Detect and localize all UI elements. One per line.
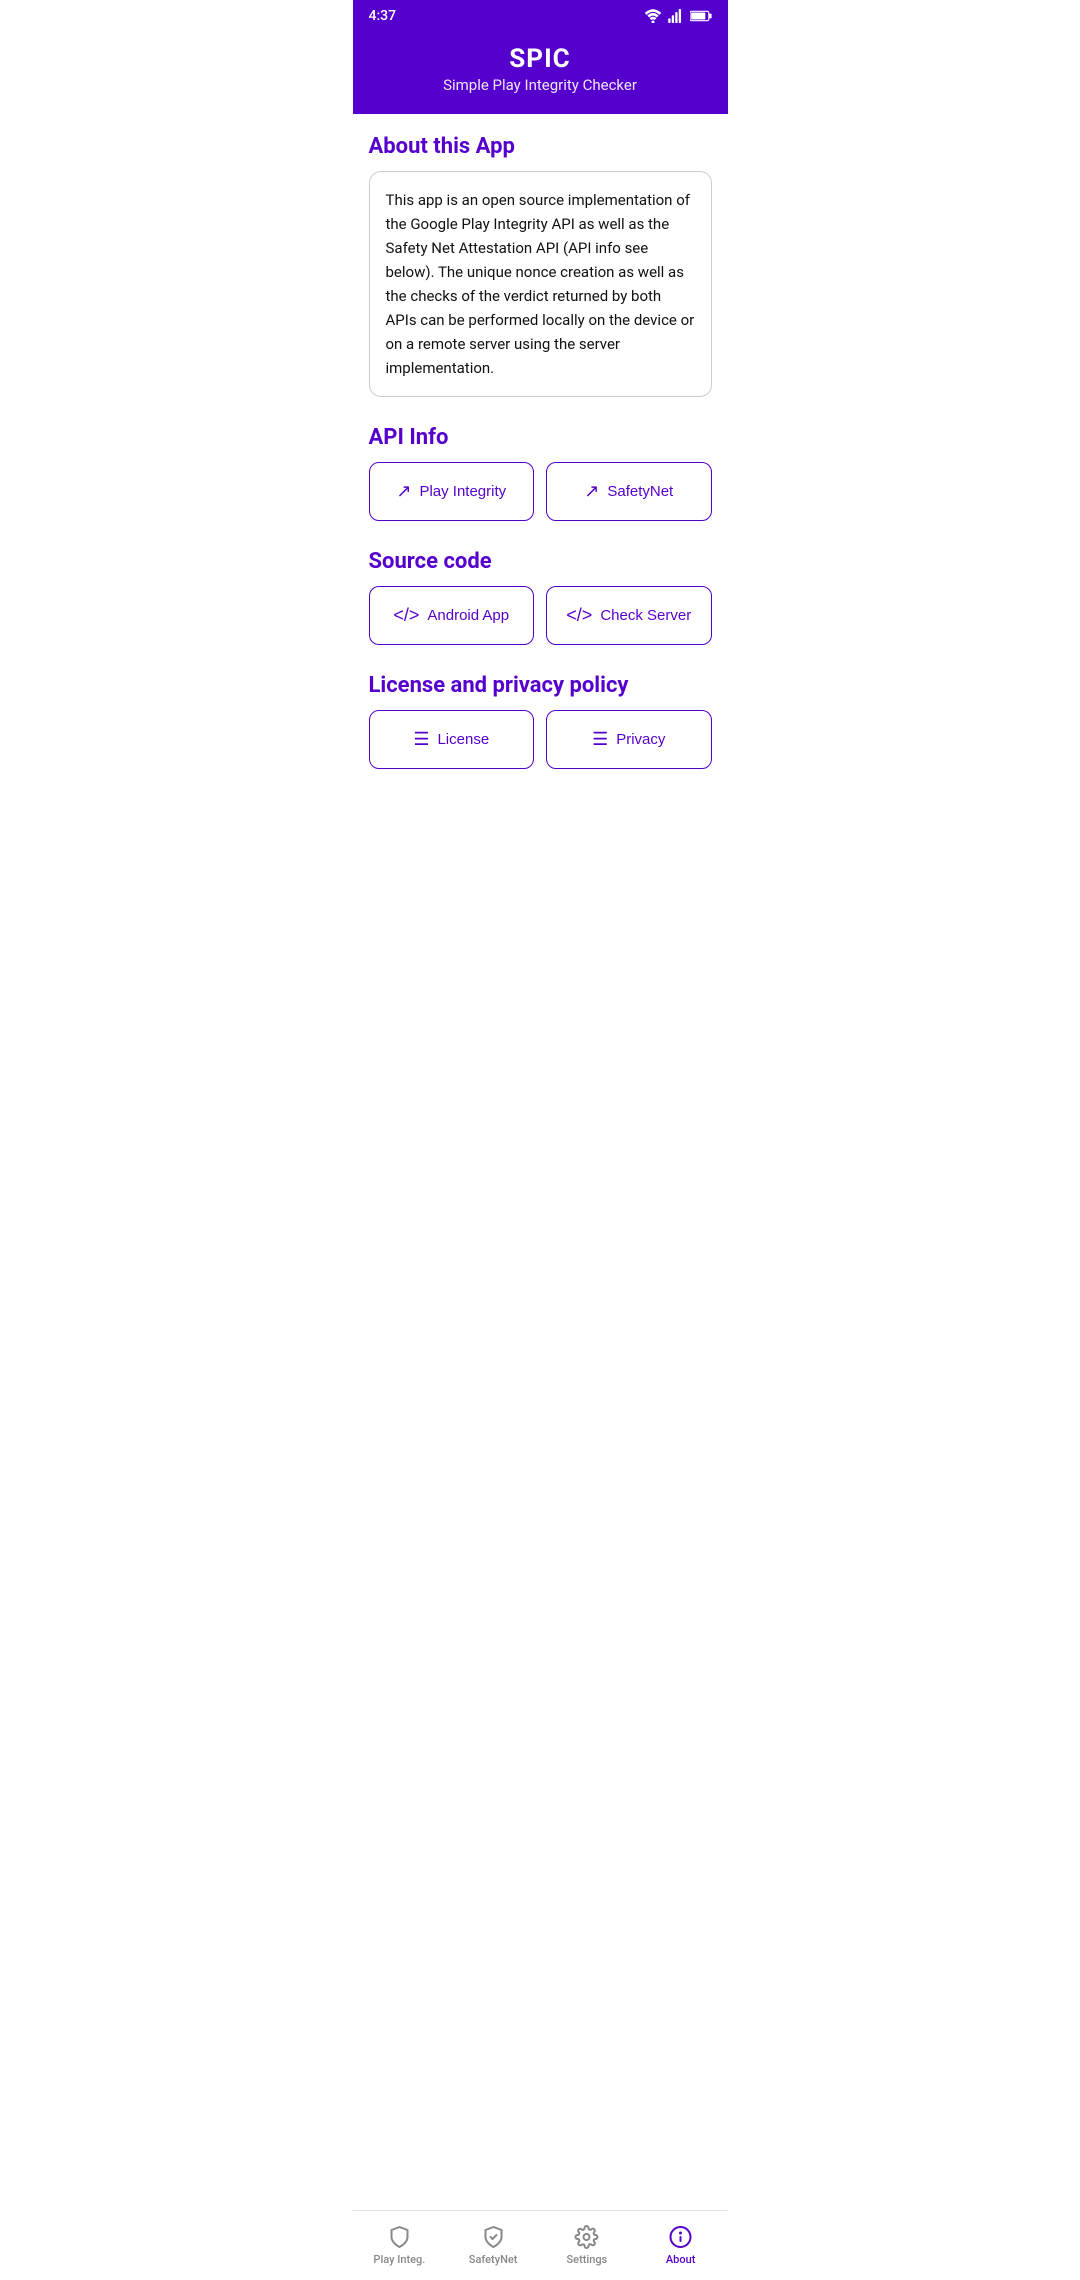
code-icon: </>	[393, 605, 419, 626]
license-heading: License and privacy policy	[369, 673, 712, 698]
about-section: About this App This app is an open sourc…	[369, 134, 712, 397]
main-content: About this App This app is an open sourc…	[353, 114, 728, 877]
shield-icon	[387, 2225, 411, 2249]
status-icons	[644, 9, 712, 23]
settings-icon	[575, 2225, 599, 2249]
external-link-icon-2: ↗	[584, 481, 599, 502]
battery-icon	[690, 10, 712, 22]
status-bar: 4:37	[353, 0, 728, 32]
source-code-heading: Source code	[369, 549, 712, 574]
nav-label-about: About	[666, 2253, 696, 2266]
status-time: 4:37	[369, 8, 397, 24]
play-integrity-button[interactable]: ↗ Play Integrity	[369, 462, 535, 521]
nav-label-safetynet: SafetyNet	[469, 2253, 518, 2266]
privacy-label: Privacy	[616, 731, 665, 748]
list-icon: ☰	[413, 729, 429, 750]
source-code-section: Source code </> Android App </> Check Se…	[369, 549, 712, 645]
bottom-nav: Play Integ. SafetyNet Settings About	[353, 2210, 728, 2280]
android-app-button[interactable]: </> Android App	[369, 586, 535, 645]
nav-item-about[interactable]: About	[634, 2211, 728, 2280]
code-icon-2: </>	[566, 605, 592, 626]
android-app-label: Android App	[427, 607, 509, 624]
app-bar: SPIC Simple Play Integrity Checker	[353, 32, 728, 114]
check-server-button[interactable]: </> Check Server	[546, 586, 712, 645]
check-server-label: Check Server	[600, 607, 691, 624]
api-info-heading: API Info	[369, 425, 712, 450]
nav-label-settings: Settings	[567, 2253, 608, 2266]
license-buttons: ☰ License ☰ Privacy	[369, 710, 712, 769]
nav-item-settings[interactable]: Settings	[540, 2211, 634, 2280]
api-info-section: API Info ↗ Play Integrity ↗ SafetyNet	[369, 425, 712, 521]
license-button[interactable]: ☰ License	[369, 710, 535, 769]
api-info-buttons: ↗ Play Integrity ↗ SafetyNet	[369, 462, 712, 521]
nav-label-play-integrity: Play Integ.	[373, 2253, 425, 2266]
info-icon	[669, 2225, 693, 2249]
app-title: SPIC	[369, 44, 712, 74]
about-description: This app is an open source implementatio…	[369, 171, 712, 397]
wifi-icon	[644, 9, 662, 23]
signal-icon	[668, 9, 684, 23]
external-link-icon: ↗	[396, 481, 411, 502]
privacy-button[interactable]: ☰ Privacy	[546, 710, 712, 769]
about-heading: About this App	[369, 134, 712, 159]
list-icon-2: ☰	[592, 729, 608, 750]
safetynet-button[interactable]: ↗ SafetyNet	[546, 462, 712, 521]
app-subtitle: Simple Play Integrity Checker	[369, 76, 712, 94]
source-code-buttons: </> Android App </> Check Server	[369, 586, 712, 645]
license-section: License and privacy policy ☰ License ☰ P…	[369, 673, 712, 769]
license-label: License	[437, 731, 489, 748]
safetynet-label: SafetyNet	[607, 483, 673, 500]
shield-check-icon	[481, 2225, 505, 2249]
play-integrity-label: Play Integrity	[419, 483, 506, 500]
nav-item-play-integrity[interactable]: Play Integ.	[353, 2211, 447, 2280]
nav-item-safetynet[interactable]: SafetyNet	[446, 2211, 540, 2280]
